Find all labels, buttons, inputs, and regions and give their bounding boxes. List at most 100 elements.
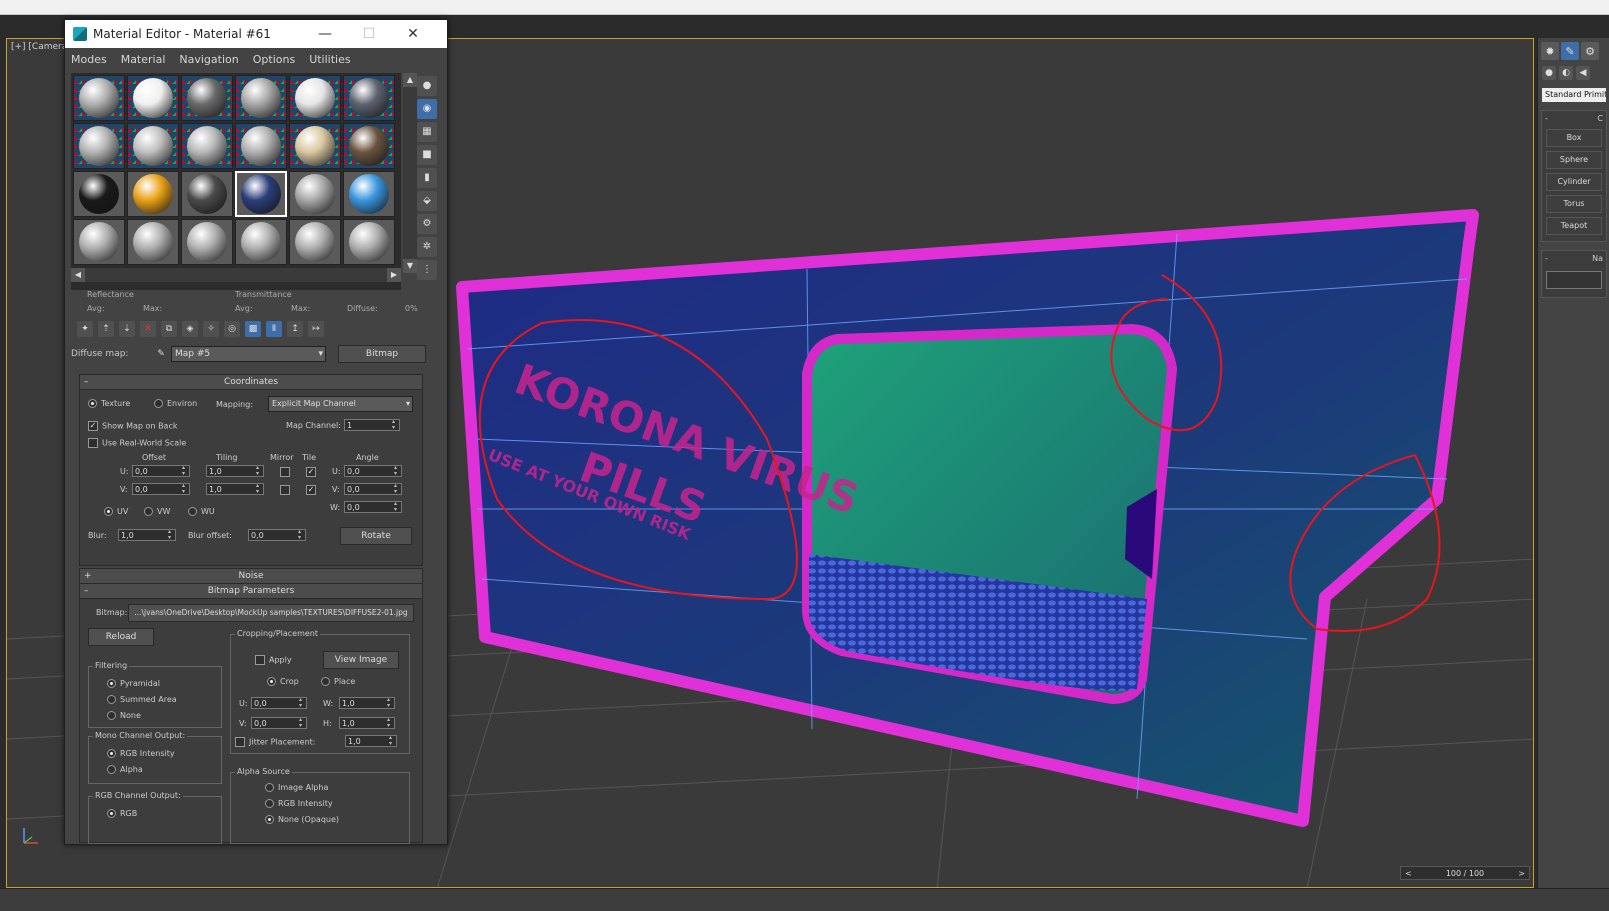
material-slot[interactable] — [343, 75, 395, 121]
time-slider[interactable]: < 100 / 100 > — [1400, 866, 1530, 880]
video-color-check-icon[interactable]: ▮ — [417, 168, 437, 188]
time-prev-button[interactable]: < — [1405, 869, 1412, 878]
angle-w-spinner[interactable]: 0,0 — [344, 501, 402, 513]
crop-h-spinner[interactable]: 1,0 — [339, 717, 395, 729]
noise-header[interactable]: + Noise — [80, 569, 422, 584]
put-to-library-icon[interactable]: ✧ — [203, 321, 219, 337]
uv-tiling-icon[interactable]: ■ — [417, 145, 437, 165]
material-slot[interactable] — [343, 123, 395, 169]
menu-utilities[interactable]: Utilities — [309, 53, 350, 66]
group-collapse[interactable]: - — [1545, 113, 1548, 125]
name-collapse[interactable]: - — [1545, 253, 1548, 265]
wu-radio[interactable]: WU — [188, 507, 215, 516]
primitive-type-dropdown[interactable]: Standard Primitives — [1542, 88, 1606, 102]
tile-v-checkbox[interactable]: ✓ — [306, 485, 316, 495]
show-map-on-back-checkbox[interactable]: ✓ Show Map on Back — [88, 421, 177, 431]
go-to-parent-icon[interactable]: ↥ — [287, 321, 303, 337]
angle-v-spinner[interactable]: 0,0 — [344, 483, 402, 495]
offset-u-spinner[interactable]: 0,0 — [132, 465, 190, 477]
time-next-button[interactable]: > — [1518, 869, 1525, 878]
material-slot[interactable] — [181, 219, 233, 265]
tile-u-checkbox[interactable]: ✓ — [306, 467, 316, 477]
rgb-intensity-radio[interactable]: RGB Intensity — [107, 749, 175, 758]
eyedropper-icon[interactable]: ✎ — [151, 349, 171, 359]
material-slot[interactable] — [289, 75, 341, 121]
assign-to-selection-icon[interactable]: ⇣ — [119, 321, 135, 337]
crop-u-spinner[interactable]: 0,0 — [251, 697, 307, 709]
reload-button[interactable]: Reload — [88, 628, 154, 646]
coordinates-header[interactable]: – Coordinates — [80, 375, 422, 390]
mirror-u-checkbox[interactable] — [280, 467, 290, 477]
crop-w-spinner[interactable]: 1,0 — [339, 697, 395, 709]
environ-radio[interactable]: Environ — [154, 399, 197, 408]
material-slot[interactable] — [73, 171, 125, 217]
real-world-scale-checkbox[interactable]: Use Real-World Scale — [88, 438, 186, 448]
cylinder-button[interactable]: Cylinder — [1546, 173, 1602, 191]
none-opaque-radio[interactable]: None (Opaque) — [265, 815, 339, 824]
tiling-v-spinner[interactable]: 1,0 — [206, 483, 264, 495]
name-input[interactable] — [1546, 271, 1602, 289]
go-forward-sibling-icon[interactable]: ↦ — [308, 321, 324, 337]
material-slot[interactable] — [289, 171, 341, 217]
reset-map-icon[interactable]: ✕ — [140, 321, 156, 337]
blur-offset-spinner[interactable]: 0,0 — [248, 529, 306, 541]
map-type-button[interactable]: Bitmap — [338, 345, 426, 363]
material-slot[interactable] — [127, 75, 179, 121]
vw-radio[interactable]: VW — [144, 507, 170, 516]
material-slot[interactable] — [235, 171, 287, 217]
shapes-icon[interactable]: ◐ — [1559, 66, 1573, 80]
rgb-radio[interactable]: RGB — [107, 809, 137, 818]
make-unique-icon[interactable]: ◈ — [182, 321, 198, 337]
crop-v-spinner[interactable]: 0,0 — [251, 717, 307, 729]
utility-light-icon[interactable]: ✹ — [1541, 42, 1559, 60]
place-radio[interactable]: Place — [321, 677, 355, 686]
close-icon[interactable]: ✕ — [391, 20, 435, 48]
image-alpha-radio[interactable]: Image Alpha — [265, 783, 328, 792]
pyramidal-radio[interactable]: Pyramidal — [107, 679, 160, 688]
jitter-spinner[interactable]: 1,0 — [345, 735, 397, 747]
material-slot[interactable] — [181, 171, 233, 217]
menu-options[interactable]: Options — [253, 53, 295, 66]
material-navigator-icon[interactable]: ⋮ — [417, 260, 437, 280]
material-slot[interactable] — [127, 123, 179, 169]
offset-v-spinner[interactable]: 0,0 — [132, 483, 190, 495]
material-slot[interactable] — [289, 219, 341, 265]
material-slot[interactable] — [73, 219, 125, 265]
sphere-button[interactable]: Sphere — [1546, 151, 1602, 169]
box-button[interactable]: Box — [1546, 129, 1602, 147]
filter-none-radio[interactable]: None — [107, 711, 141, 720]
create-tab-icon[interactable]: ✎ — [1561, 42, 1579, 60]
hierarchy-tab-icon[interactable]: ⚙ — [1581, 42, 1599, 60]
tiling-u-spinner[interactable]: 1,0 — [206, 465, 264, 477]
copy-material-icon[interactable]: ⧉ — [161, 321, 177, 337]
material-slot[interactable] — [73, 75, 125, 121]
material-slot[interactable] — [127, 171, 179, 217]
blur-spinner[interactable]: 1,0 — [118, 529, 176, 541]
lights-icon[interactable]: ◀ — [1576, 66, 1590, 80]
jitter-checkbox[interactable]: Jitter Placement: — [235, 737, 316, 747]
material-slot[interactable] — [343, 219, 395, 265]
material-slot[interactable] — [127, 219, 179, 265]
crop-radio[interactable]: Crop — [267, 677, 299, 686]
material-slot[interactable] — [235, 219, 287, 265]
apply-checkbox[interactable]: Apply — [255, 655, 292, 665]
show-end-result-icon[interactable]: Ⅱ — [266, 321, 282, 337]
material-slot[interactable] — [181, 75, 233, 121]
menu-material[interactable]: Material — [121, 53, 166, 66]
make-preview-icon[interactable]: ⬙ — [417, 191, 437, 211]
sample-type-icon[interactable]: ● — [417, 76, 437, 96]
put-to-scene-icon[interactable]: ⇡ — [98, 321, 114, 337]
geometry-icon[interactable]: ● — [1542, 66, 1556, 80]
show-shaded-icon[interactable]: ▩ — [245, 321, 261, 337]
options-icon[interactable]: ⚙ — [417, 214, 437, 234]
get-material-icon[interactable]: ✦ — [77, 321, 93, 337]
material-id-icon[interactable]: ◎ — [224, 321, 240, 337]
maximize-icon[interactable]: ☐ — [347, 20, 391, 48]
rotate-button[interactable]: Rotate — [340, 527, 412, 545]
menu-modes[interactable]: Modes — [71, 53, 107, 66]
bitmap-path-button[interactable]: ...\jvans\OneDrive\Desktop\MockUp sample… — [128, 604, 414, 622]
map-channel-spinner[interactable]: 1 — [344, 419, 400, 431]
material-slot[interactable] — [289, 123, 341, 169]
texture-radio[interactable]: Texture — [88, 399, 130, 408]
backlight-icon[interactable]: ◉ — [417, 99, 437, 119]
